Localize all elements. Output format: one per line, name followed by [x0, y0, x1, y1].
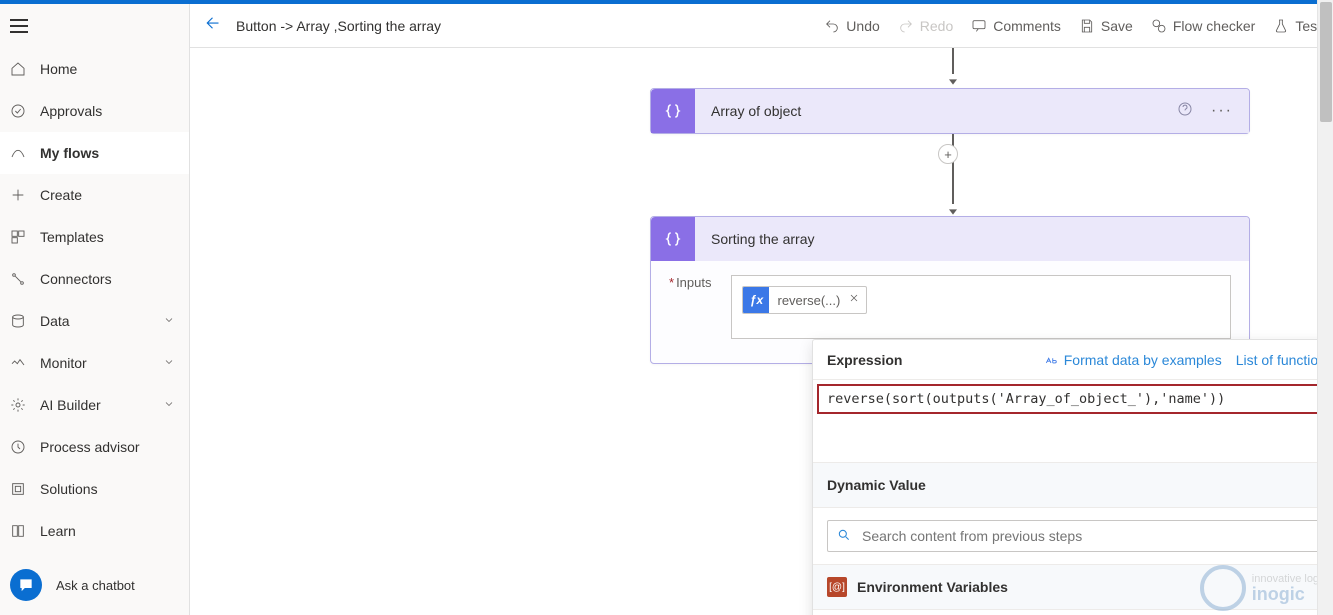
expression-input[interactable] [827, 391, 1333, 407]
process-icon [10, 439, 40, 455]
chatbot-button[interactable] [10, 569, 42, 601]
connectors-icon [10, 271, 40, 287]
sidebar-item-connectors[interactable]: Connectors [0, 258, 189, 300]
add-step-button[interactable]: + [938, 144, 958, 164]
data-icon [10, 313, 40, 329]
templates-icon [10, 229, 40, 245]
hamburger-menu[interactable] [10, 19, 28, 33]
format-data-link[interactable]: Format data by examples [1044, 352, 1222, 368]
sidebar-item-label: Solutions [40, 481, 98, 497]
chatbot-label: Ask a chatbot [56, 578, 135, 593]
back-button[interactable] [202, 14, 220, 37]
save-button[interactable]: Save [1079, 18, 1133, 34]
sidebar-item-label: Data [40, 313, 70, 329]
chevron-down-icon [163, 313, 175, 329]
flow-checker-button[interactable]: Flow checker [1151, 18, 1255, 34]
sidebar-item-label: Home [40, 61, 77, 77]
sidebar-item-label: Process advisor [40, 439, 140, 455]
sidebar-item-learn[interactable]: Learn [0, 510, 189, 552]
braces-icon [651, 217, 695, 261]
braces-icon [651, 89, 695, 133]
chevron-down-icon [163, 355, 175, 371]
dynamic-search-input[interactable] [827, 520, 1333, 552]
sidebar-item-ai-builder[interactable]: AI Builder [0, 384, 189, 426]
plus-icon [10, 187, 40, 203]
approvals-icon [10, 103, 40, 119]
sidebar-item-label: Connectors [40, 271, 112, 287]
test-button[interactable]: Test [1273, 18, 1321, 34]
comments-button[interactable]: Comments [971, 18, 1061, 34]
sidebar-item-approvals[interactable]: Approvals [0, 90, 189, 132]
flows-icon [10, 145, 40, 161]
step-title: Sorting the array [711, 231, 815, 247]
vertical-scrollbar[interactable] [1317, 0, 1333, 615]
monitor-icon [10, 355, 40, 371]
breadcrumb: Button -> Array ,Sorting the array [236, 18, 441, 34]
step-array-of-object[interactable]: Array of object ··· [650, 88, 1250, 134]
sidebar-item-home[interactable]: Home [0, 48, 189, 90]
search-icon [837, 528, 851, 547]
sidebar-item-label: My flows [40, 145, 99, 161]
sidebar-item-data[interactable]: Data [0, 300, 189, 342]
sidebar-item-my-flows[interactable]: My flows [0, 132, 189, 174]
step-menu-button[interactable]: ··· [1211, 102, 1233, 120]
sidebar-item-label: Learn [40, 523, 76, 539]
sidebar-item-label: Approvals [40, 103, 102, 119]
sidebar-item-create[interactable]: Create [0, 174, 189, 216]
ai-icon [10, 397, 40, 413]
sidebar-item-solutions[interactable]: Solutions [0, 468, 189, 510]
help-icon[interactable] [1177, 101, 1193, 122]
env-vars-icon: [@] [827, 577, 847, 597]
sidebar-item-label: Monitor [40, 355, 87, 371]
sidebar-item-process-advisor[interactable]: Process advisor [0, 426, 189, 468]
dynamic-value-header: Dynamic Value [827, 477, 926, 493]
undo-button[interactable]: Undo [824, 18, 879, 34]
env-vars-header: Environment Variables [857, 579, 1008, 595]
expression-header: Expression [827, 352, 1030, 368]
sidebar-item-label: Templates [40, 229, 104, 245]
chevron-down-icon [163, 397, 175, 413]
expression-token[interactable]: ƒx reverse(...) [742, 286, 867, 314]
scrollbar-thumb[interactable] [1320, 2, 1332, 122]
watermark: innovative logic inogic [1200, 565, 1327, 611]
solutions-icon [10, 481, 40, 497]
sidebar-item-monitor[interactable]: Monitor [0, 342, 189, 384]
step-title: Array of object [711, 103, 801, 119]
redo-button: Redo [898, 18, 953, 34]
sidebar-item-label: AI Builder [40, 397, 101, 413]
inputs-label: *Inputs [669, 275, 711, 290]
home-icon [10, 61, 40, 77]
fx-icon: ƒx [743, 286, 769, 314]
remove-token-button[interactable] [848, 291, 866, 309]
learn-icon [10, 523, 40, 539]
inputs-field[interactable]: ƒx reverse(...) [731, 275, 1231, 339]
sidebar-item-templates[interactable]: Templates [0, 216, 189, 258]
sidebar-item-label: Create [40, 187, 82, 203]
